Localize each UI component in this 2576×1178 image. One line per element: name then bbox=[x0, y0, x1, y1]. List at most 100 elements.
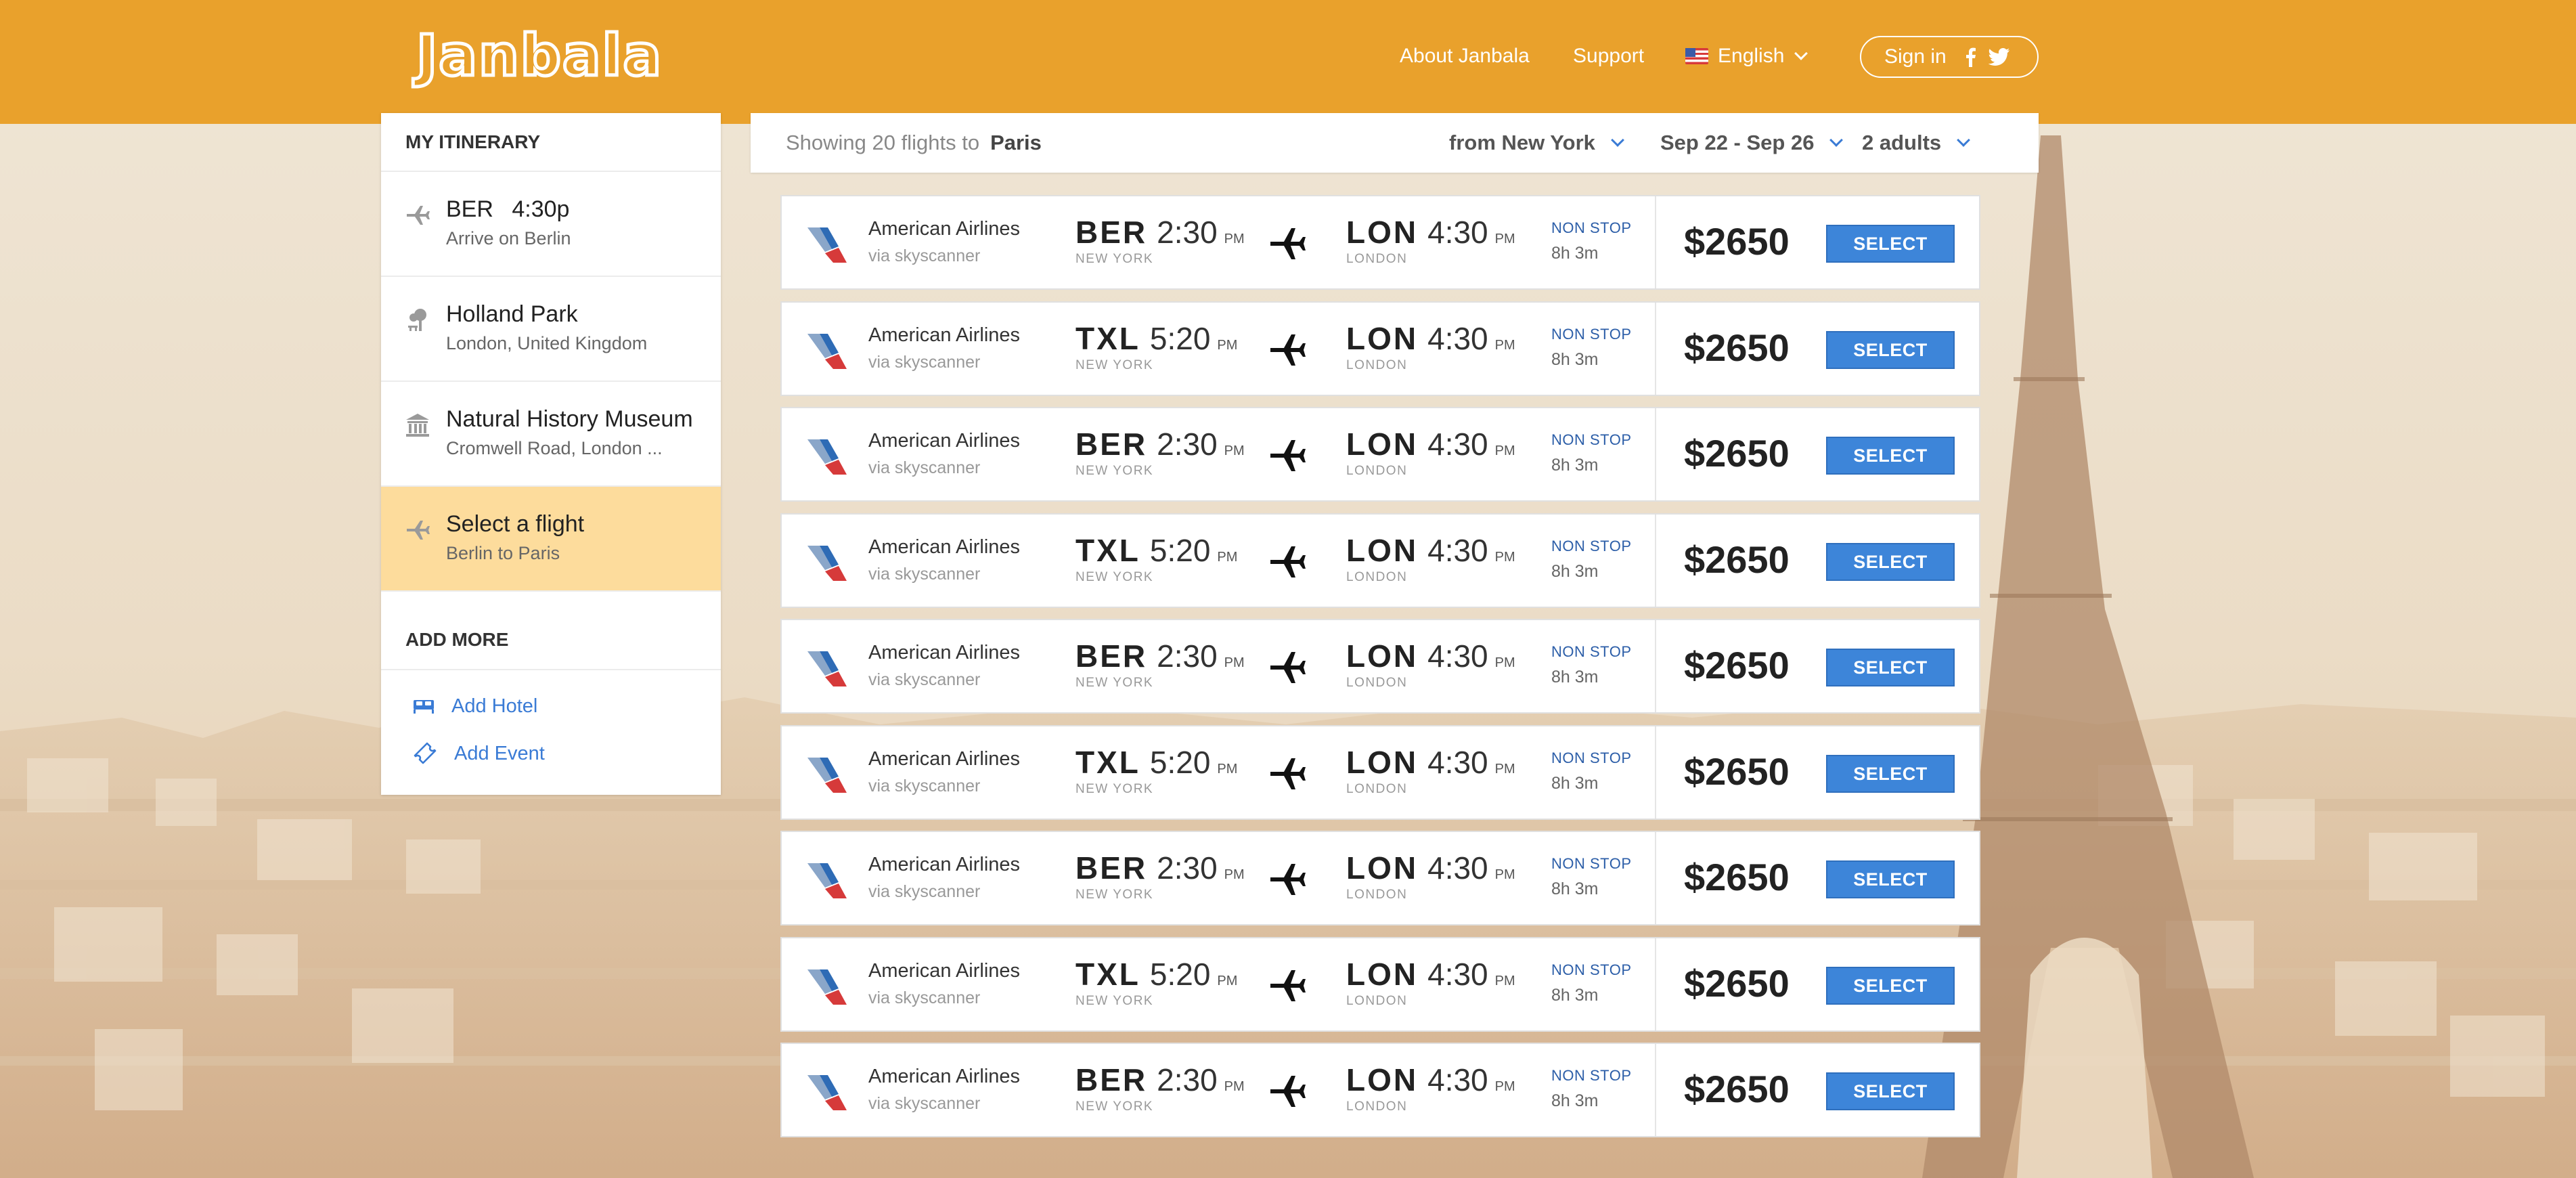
select-flight-button[interactable]: SELECT bbox=[1826, 543, 1955, 581]
plane-icon bbox=[1270, 1076, 1306, 1107]
flight-card-2[interactable]: American Airlines via skyscanner TXL 5:20… bbox=[780, 301, 1980, 396]
departure-city: NEW YORK bbox=[1075, 888, 1154, 902]
select-flight-button[interactable]: SELECT bbox=[1826, 331, 1955, 369]
arrival-city: LONDON bbox=[1346, 888, 1408, 902]
departure-code: TXL bbox=[1075, 745, 1140, 780]
flight-card-6[interactable]: American Airlines via skyscanner TXL 5:20… bbox=[780, 725, 1980, 820]
arrival-city: LONDON bbox=[1346, 252, 1408, 266]
travelers-filter[interactable]: 2 adults bbox=[1862, 113, 1971, 173]
plane-icon bbox=[1270, 970, 1306, 1001]
itinerary-item-select-flight[interactable]: Select a flight Berlin to Paris bbox=[381, 487, 721, 592]
itinerary-museum-subtitle: Cromwell Road, London ... bbox=[446, 438, 663, 458]
departure-segment: TXL 5:20 PM NEW YORK bbox=[1075, 744, 1237, 797]
search-summary-bar: Showing 20 flights to Paris from New Yor… bbox=[751, 113, 2039, 173]
select-flight-button[interactable]: SELECT bbox=[1826, 437, 1955, 475]
arrival-time: 4:30 bbox=[1427, 638, 1488, 674]
flight-card-1[interactable]: American Airlines via skyscanner BER 2:30… bbox=[780, 195, 1980, 290]
airline-name: American Airlines bbox=[868, 960, 1021, 982]
arrival-city: LONDON bbox=[1346, 994, 1408, 1008]
departure-time: 2:30 bbox=[1157, 1062, 1218, 1097]
itinerary-item-ber[interactable]: BER 4:30p Arrive on Berlin bbox=[381, 172, 721, 277]
flight-card-7[interactable]: American Airlines via skyscanner BER 2:30… bbox=[780, 831, 1980, 925]
airline-name: American Airlines bbox=[868, 748, 1021, 770]
arrival-code: LON bbox=[1346, 850, 1419, 886]
departure-city: NEW YORK bbox=[1075, 676, 1154, 690]
itinerary-museum-title: Natural History Museum bbox=[446, 406, 693, 432]
janbala-logo[interactable]: Janbala bbox=[414, 26, 663, 86]
arrival-code: LON bbox=[1346, 957, 1419, 992]
price-label: $2650 bbox=[1684, 1068, 1790, 1110]
arrival-time: 4:30 bbox=[1427, 321, 1488, 356]
language-selector[interactable]: English bbox=[1685, 35, 1808, 77]
flight-card-8[interactable]: American Airlines via skyscanner TXL 5:20… bbox=[780, 937, 1980, 1032]
flight-card-9[interactable]: American Airlines via skyscanner BER 2:30… bbox=[780, 1043, 1980, 1137]
airline-name: American Airlines bbox=[868, 642, 1021, 663]
twitter-icon[interactable] bbox=[1988, 47, 2010, 66]
nav-support-link[interactable]: Support bbox=[1573, 35, 1644, 77]
card-divider bbox=[1655, 408, 1656, 500]
stops-label: NON STOP bbox=[1551, 219, 1632, 236]
travelers-filter-label: 2 adults bbox=[1862, 131, 1942, 154]
itinerary-item-holland-park[interactable]: Holland Park London, United Kingdom bbox=[381, 277, 721, 382]
duration-label: 8h 3m bbox=[1551, 668, 1599, 686]
price-label: $2650 bbox=[1684, 432, 1790, 475]
departure-ampm: PM bbox=[1224, 1079, 1245, 1094]
stops-label: NON STOP bbox=[1551, 643, 1632, 660]
add-event-link[interactable]: Add Event bbox=[381, 730, 721, 777]
stops-label: NON STOP bbox=[1551, 326, 1632, 343]
flight-card-4[interactable]: American Airlines via skyscanner TXL 5:20… bbox=[780, 513, 1980, 608]
departure-time: 5:20 bbox=[1149, 533, 1211, 568]
card-divider bbox=[1655, 726, 1656, 819]
select-flight-button[interactable]: SELECT bbox=[1826, 649, 1955, 686]
flight-card-5[interactable]: American Airlines via skyscanner BER 2:30… bbox=[780, 619, 1980, 714]
departure-ampm: PM bbox=[1217, 762, 1238, 777]
departure-code: TXL bbox=[1075, 533, 1140, 568]
airline-name: American Airlines bbox=[868, 536, 1021, 558]
airline-name: American Airlines bbox=[868, 430, 1021, 452]
departure-city: NEW YORK bbox=[1075, 464, 1154, 478]
departure-ampm: PM bbox=[1224, 655, 1245, 670]
card-divider bbox=[1655, 938, 1656, 1030]
dates-filter[interactable]: Sep 22 - Sep 26 bbox=[1660, 113, 1844, 173]
arrival-segment: LON 4:30 PM LONDON bbox=[1346, 638, 1515, 691]
booking-source: via skyscanner bbox=[868, 988, 981, 1007]
price-label: $2650 bbox=[1684, 220, 1790, 263]
select-flight-button[interactable]: SELECT bbox=[1826, 225, 1955, 263]
booking-source: via skyscanner bbox=[868, 882, 981, 901]
facebook-icon[interactable] bbox=[1964, 47, 1976, 67]
card-divider bbox=[1655, 832, 1656, 924]
booking-source: via skyscanner bbox=[868, 1094, 981, 1113]
airline-name: American Airlines bbox=[868, 324, 1021, 346]
plane-icon bbox=[407, 521, 430, 540]
flight-card-3[interactable]: American Airlines via skyscanner BER 2:30… bbox=[780, 407, 1980, 502]
duration-label: 8h 3m bbox=[1551, 244, 1599, 263]
nav-about-link[interactable]: About Janbala bbox=[1400, 35, 1530, 77]
add-more-title: ADD MORE bbox=[381, 592, 721, 670]
itinerary-holland-park-subtitle: London, United Kingdom bbox=[446, 333, 648, 353]
airline-name: American Airlines bbox=[868, 854, 1021, 875]
booking-source: via skyscanner bbox=[868, 777, 981, 795]
departure-code: BER bbox=[1075, 215, 1148, 250]
price-label: $2650 bbox=[1684, 326, 1790, 369]
select-flight-button[interactable]: SELECT bbox=[1826, 755, 1955, 793]
itinerary-title: MY ITINERARY bbox=[381, 113, 721, 172]
booking-source: via skyscanner bbox=[868, 670, 981, 689]
select-flight-button[interactable]: SELECT bbox=[1826, 860, 1955, 898]
add-hotel-link[interactable]: Add Hotel bbox=[381, 682, 721, 730]
arrival-time: 4:30 bbox=[1427, 1062, 1488, 1097]
plane-icon bbox=[1270, 864, 1306, 895]
arrival-ampm: PM bbox=[1494, 443, 1515, 458]
arrival-time: 4:30 bbox=[1427, 850, 1488, 886]
select-flight-button[interactable]: SELECT bbox=[1826, 967, 1955, 1005]
plane-icon bbox=[1270, 546, 1306, 577]
select-flight-button[interactable]: SELECT bbox=[1826, 1072, 1955, 1110]
airline-name: American Airlines bbox=[868, 1066, 1021, 1087]
park-icon bbox=[408, 309, 426, 331]
arrival-city: LONDON bbox=[1346, 676, 1408, 690]
price-label: $2650 bbox=[1684, 856, 1790, 898]
origin-filter[interactable]: from New York bbox=[1449, 113, 1624, 173]
stops-label: NON STOP bbox=[1551, 749, 1632, 766]
duration-label: 8h 3m bbox=[1551, 350, 1599, 369]
signin-button[interactable]: Sign in bbox=[1860, 36, 2039, 78]
itinerary-item-museum[interactable]: Natural History Museum Cromwell Road, Lo… bbox=[381, 382, 721, 487]
